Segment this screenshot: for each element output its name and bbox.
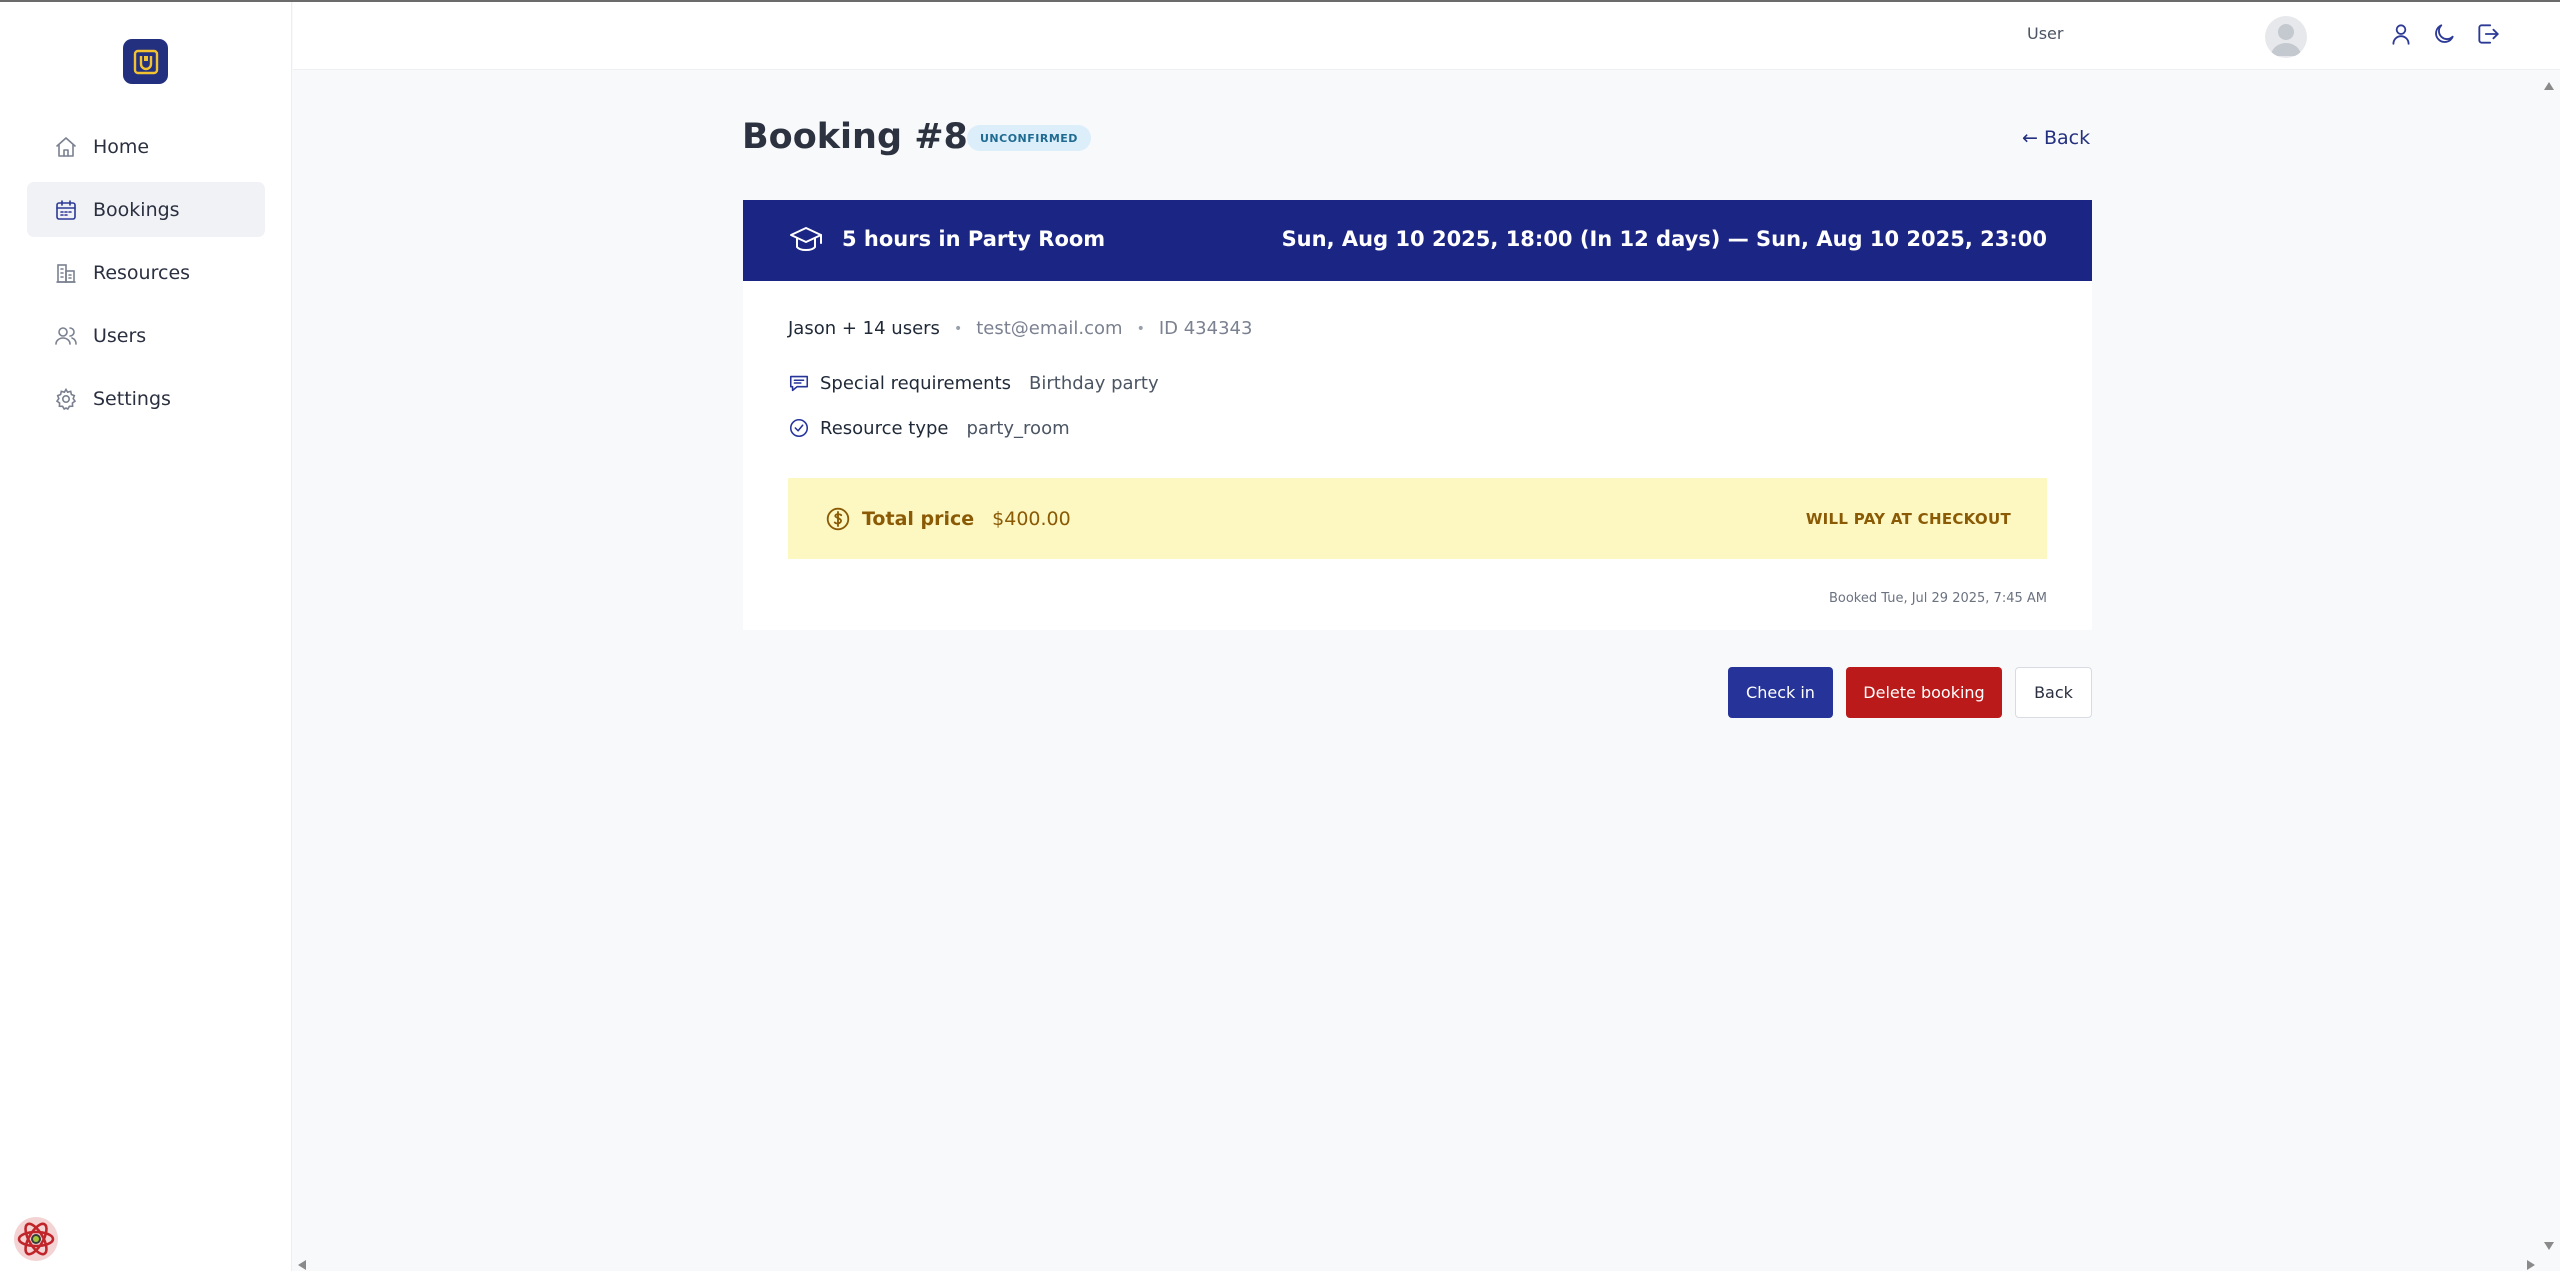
gear-icon — [54, 387, 78, 411]
sidebar-nav: Home Bookings Resources Users Settings — [27, 119, 265, 434]
profile-icon[interactable] — [2388, 21, 2414, 47]
users-icon — [54, 324, 78, 348]
top-header — [293, 2, 2560, 70]
booking-title: 5 hours in Party Room — [842, 227, 1106, 251]
app-logo[interactable] — [123, 39, 168, 84]
check-in-button[interactable]: Check in — [1728, 667, 1833, 718]
booking-dates: Sun, Aug 10 2025, 18:00 (In 12 days) — S… — [1281, 227, 2047, 251]
booking-id: ID 434343 — [1158, 318, 1253, 339]
booking-card-header: 5 hours in Party Room Sun, Aug 10 2025, … — [743, 200, 2092, 281]
calendar-icon — [54, 198, 78, 222]
special-requirements-row: Special requirements Birthday party — [788, 372, 1159, 394]
user-name[interactable]: User — [2027, 24, 2063, 43]
guests-count: Jason + 14 users — [788, 318, 940, 339]
booking-email: test@email.com — [976, 318, 1123, 339]
logout-icon[interactable] — [2475, 21, 2501, 47]
scroll-up-arrow[interactable] — [2543, 76, 2555, 95]
payment-status: WILL PAY AT CHECKOUT — [1805, 509, 2011, 528]
scroll-down-arrow[interactable] — [2543, 1236, 2555, 1255]
scroll-right-arrow[interactable] — [2526, 1256, 2536, 1271]
back-button[interactable]: Back — [2015, 667, 2092, 718]
react-devtools-icon[interactable] — [13, 1216, 59, 1262]
sidebar-item-label: Resources — [93, 261, 191, 284]
sidebar-item-label: Settings — [93, 387, 171, 410]
message-icon — [788, 372, 810, 394]
back-link[interactable]: ← Back — [2022, 127, 2090, 149]
status-badge: UNCONFIRMED — [967, 125, 1091, 151]
special-requirements-label: Special requirements — [820, 372, 1012, 394]
logo-icon — [133, 49, 158, 74]
sidebar-item-resources[interactable]: Resources — [27, 245, 265, 300]
total-price-value: $400.00 — [992, 507, 1071, 530]
sidebar-item-label: Users — [93, 324, 147, 347]
sidebar-item-label: Bookings — [93, 198, 180, 221]
dollar-circle-icon — [825, 506, 851, 532]
check-circle-icon — [788, 417, 810, 439]
booking-card: 5 hours in Party Room Sun, Aug 10 2025, … — [743, 200, 2092, 630]
home-icon — [54, 135, 78, 159]
price-panel: Total price $400.00 WILL PAY AT CHECKOUT — [788, 478, 2047, 559]
sidebar-item-home[interactable]: Home — [27, 119, 265, 174]
total-price-label: Total price — [862, 507, 975, 530]
separator-dot: • — [953, 320, 963, 337]
sidebar: Home Bookings Resources Users Settings — [0, 2, 292, 1271]
separator-dot: • — [1136, 320, 1145, 337]
resource-type-label: Resource type — [820, 417, 949, 439]
sidebar-item-users[interactable]: Users — [27, 308, 265, 363]
dark-mode-icon[interactable] — [2431, 21, 2457, 47]
sidebar-item-settings[interactable]: Settings — [27, 371, 265, 426]
avatar[interactable] — [2265, 16, 2307, 58]
sidebar-item-label: Home — [93, 135, 150, 158]
booking-meta: Jason + 14 users • test@email.com • ID 4… — [788, 318, 1252, 339]
resource-type-value: party_room — [966, 417, 1070, 439]
special-requirements-value: Birthday party — [1029, 372, 1159, 394]
scroll-left-arrow[interactable] — [297, 1256, 307, 1271]
resource-type-row: Resource type party_room — [788, 417, 1070, 439]
building-icon — [54, 261, 78, 285]
booked-timestamp: Booked Tue, Jul 29 2025, 7:45 AM — [1828, 591, 2047, 606]
graduation-cap-icon — [788, 222, 824, 258]
page-title: Booking #8 — [742, 117, 968, 157]
delete-booking-button[interactable]: Delete booking — [1846, 667, 2002, 718]
sidebar-item-bookings[interactable]: Bookings — [27, 182, 265, 237]
